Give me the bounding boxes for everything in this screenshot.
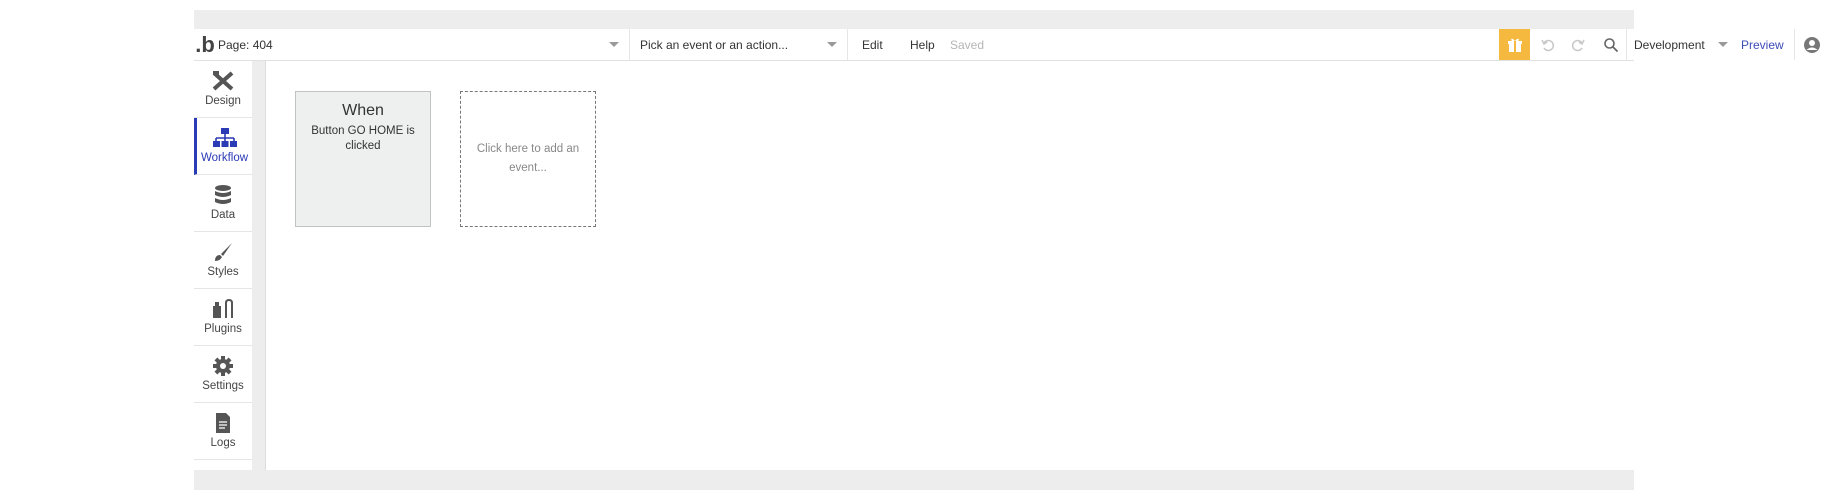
sidebar-item-label: Plugins <box>204 323 242 335</box>
sidebar-item-label: Styles <box>207 266 239 278</box>
undo-icon[interactable] <box>1534 29 1562 60</box>
page-selector[interactable]: Page: 404 <box>218 29 630 60</box>
sidebar-item-styles[interactable]: Styles <box>194 232 252 289</box>
environment-label: Development <box>1634 37 1705 52</box>
sidebar-item-label: Logs <box>210 437 236 449</box>
event-card-description: Button GO HOME is clicked <box>311 125 415 152</box>
event-card-title: When <box>342 102 384 119</box>
gear-icon <box>212 354 234 378</box>
sidebar-item-label: Workflow <box>200 152 249 164</box>
event-selector[interactable]: Pick an event or an action... <box>630 29 848 60</box>
plugins-icon <box>211 297 235 321</box>
save-status: Saved <box>950 37 985 52</box>
brush-icon <box>212 240 234 264</box>
preview-link[interactable]: Preview <box>1741 29 1784 60</box>
database-icon <box>213 183 233 207</box>
sidebar-item-logs[interactable]: Logs <box>194 403 252 460</box>
chevron-down-icon <box>827 42 837 47</box>
page-selector-label: Page: 404 <box>218 37 273 52</box>
menu-help[interactable]: Help <box>910 29 935 60</box>
sidebar-item-data[interactable]: Data <box>194 175 252 232</box>
sidebar-item-label: Design <box>205 95 241 107</box>
chevron-down-icon <box>1718 42 1728 47</box>
search-icon[interactable] <box>1596 29 1627 60</box>
document-icon <box>214 411 232 435</box>
sidebar-item-label: Settings <box>202 380 244 392</box>
bubble-logo[interactable]: .b <box>195 29 215 60</box>
add-event-button[interactable]: Click here to add an event... <box>460 91 596 227</box>
redo-icon[interactable] <box>1564 29 1592 60</box>
account-icon[interactable] <box>1794 29 1829 60</box>
top-toolbar: .b Page: 404 Pick an event or an action.… <box>194 29 1820 61</box>
workflow-event-card[interactable]: When Button GO HOME is clicked <box>295 91 431 227</box>
design-icon <box>211 69 235 93</box>
sidebar-item-label: Data <box>210 209 236 221</box>
workflow-icon <box>212 126 238 150</box>
sidebar-item-settings[interactable]: Settings <box>194 346 252 403</box>
sidebar: Design Workflow Data Styles Plugins Sett… <box>194 61 252 470</box>
environment-selector[interactable]: Development <box>1634 29 1734 60</box>
sidebar-item-plugins[interactable]: Plugins <box>194 289 252 346</box>
event-selector-label: Pick an event or an action... <box>640 37 789 52</box>
add-event-label: Click here to add an event... <box>476 143 580 174</box>
chevron-down-icon <box>609 42 619 47</box>
menu-edit[interactable]: Edit <box>862 29 883 60</box>
sidebar-item-workflow[interactable]: Workflow <box>194 118 252 175</box>
gift-icon[interactable] <box>1499 29 1530 60</box>
sidebar-item-design[interactable]: Design <box>194 61 252 118</box>
